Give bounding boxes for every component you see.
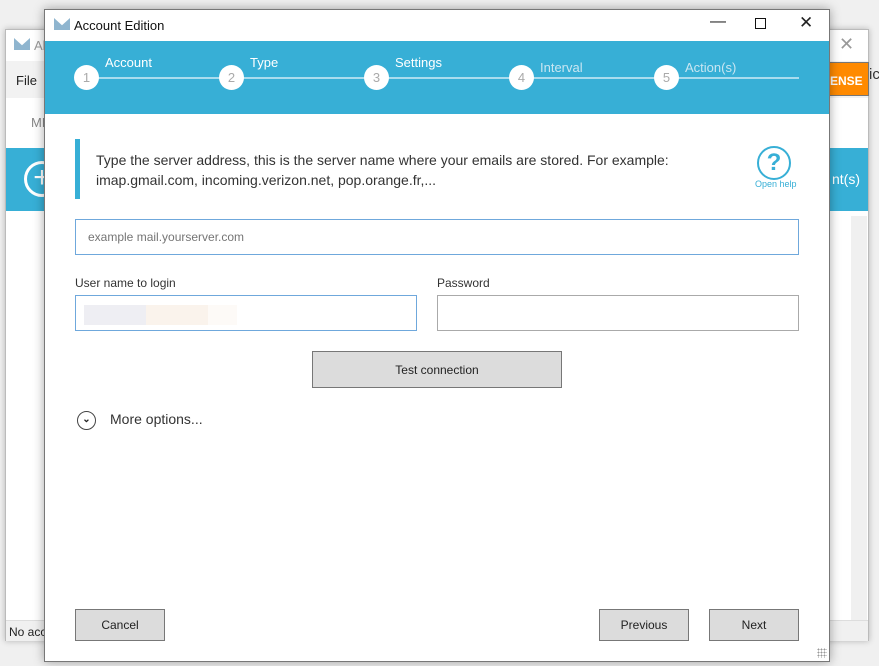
help-icon[interactable]: ? xyxy=(757,146,791,180)
menu-file[interactable]: File xyxy=(16,73,37,88)
step-4-circle: 4 xyxy=(509,65,534,90)
username-input[interactable] xyxy=(75,295,417,331)
redacted-block xyxy=(208,305,237,325)
password-input[interactable] xyxy=(437,295,799,331)
redacted-block xyxy=(84,305,146,325)
maximize-icon[interactable] xyxy=(755,18,766,29)
step-3-circle: 3 xyxy=(364,65,389,90)
info-text: Type the server address, this is the ser… xyxy=(96,150,669,190)
open-help-link[interactable]: Open help xyxy=(755,179,797,189)
more-options-toggle[interactable]: More options... xyxy=(110,411,203,427)
step-5-label: Action(s) xyxy=(685,60,737,75)
minimize-icon[interactable]: — xyxy=(710,13,726,31)
step-3-label: Settings xyxy=(395,55,442,70)
info-accent-bar xyxy=(75,139,80,199)
step-5-circle: 5 xyxy=(654,65,679,90)
resize-grip-icon[interactable] xyxy=(817,648,827,658)
test-connection-button[interactable]: Test connection xyxy=(312,351,562,388)
username-label: User name to login xyxy=(75,276,176,290)
bg-scrollbar[interactable] xyxy=(851,216,867,620)
step-2-circle: 2 xyxy=(219,65,244,90)
password-label: Password xyxy=(437,276,490,290)
step-1-circle: 1 xyxy=(74,65,99,90)
steps-line xyxy=(87,77,799,79)
server-address-input[interactable] xyxy=(75,219,799,255)
wizard-steps-header: 1 Account 2 Type 3 Settings 4 Interval 5… xyxy=(45,41,829,114)
bg-band-text: nt(s) xyxy=(832,171,860,187)
next-button[interactable]: Next xyxy=(709,609,799,641)
bg-close-icon[interactable]: ✕ xyxy=(839,34,854,55)
status-text: No acc xyxy=(9,625,47,639)
redacted-block xyxy=(146,305,208,325)
info-line-2: imap.gmail.com, incoming.verizon.net, po… xyxy=(96,172,437,188)
previous-button[interactable]: Previous xyxy=(599,609,689,641)
step-4-label: Interval xyxy=(540,60,583,75)
license-button[interactable]: ENSE xyxy=(829,62,869,96)
info-line-1: Type the server address, this is the ser… xyxy=(96,152,669,168)
dialog-title: Account Edition xyxy=(74,18,165,33)
step-2-label: Type xyxy=(250,55,279,70)
expand-chevron-icon[interactable]: ⌄ xyxy=(77,411,96,430)
app-logo-icon xyxy=(54,18,70,30)
account-edition-dialog: Account Edition — ✕ 1 Account 2 Type 3 S… xyxy=(44,9,830,662)
app-logo-icon xyxy=(14,38,30,50)
close-icon[interactable]: ✕ xyxy=(799,13,813,33)
bg-right-text: ic xyxy=(869,66,879,83)
cancel-button[interactable]: Cancel xyxy=(75,609,165,641)
step-1-label: Account xyxy=(105,55,152,70)
